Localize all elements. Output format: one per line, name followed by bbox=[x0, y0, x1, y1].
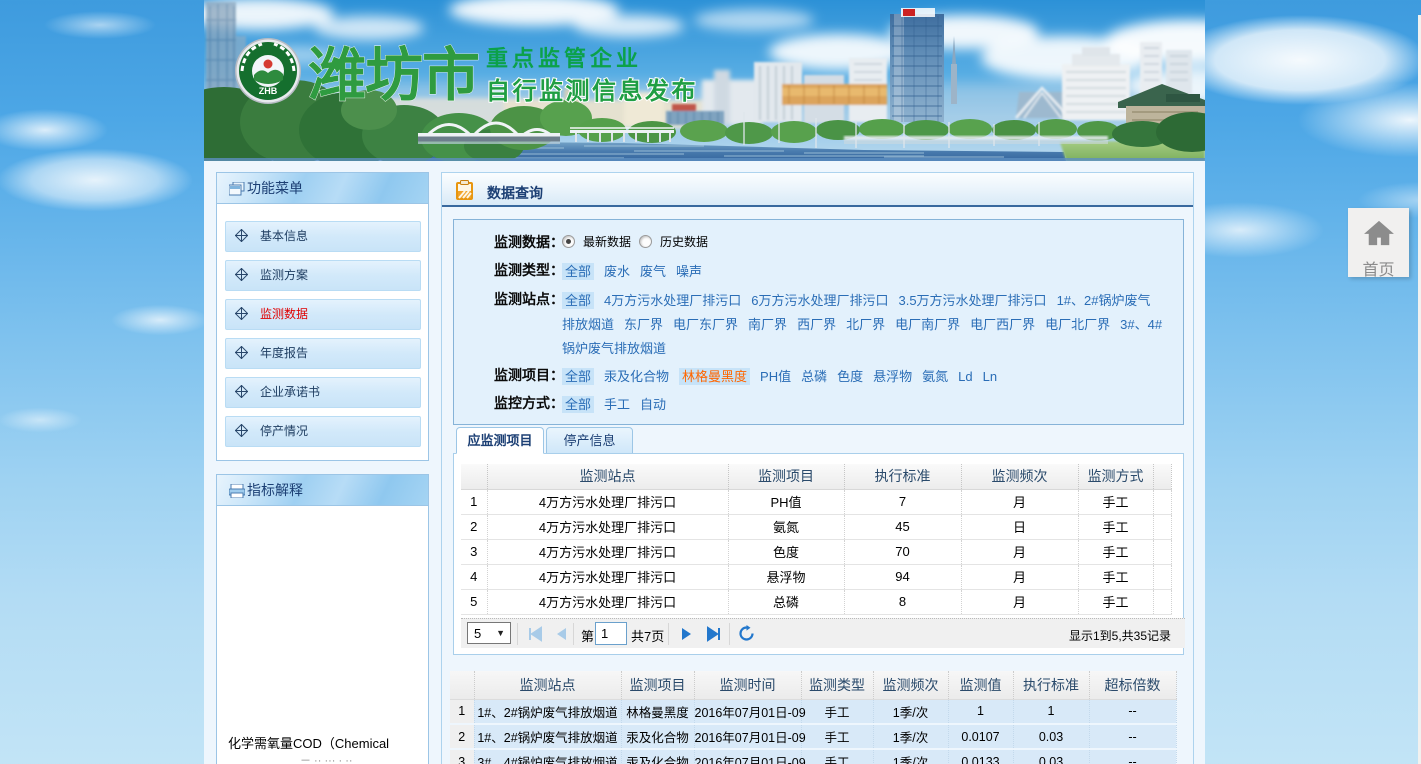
svg-text:自行监测信息发布: 自行监测信息发布 bbox=[486, 77, 698, 105]
svg-text:重点监管企业: 重点监管企业 bbox=[486, 46, 642, 71]
svg-text:潍坊市: 潍坊市 bbox=[308, 43, 479, 108]
svg-text:ZHB: ZHB bbox=[259, 86, 278, 96]
